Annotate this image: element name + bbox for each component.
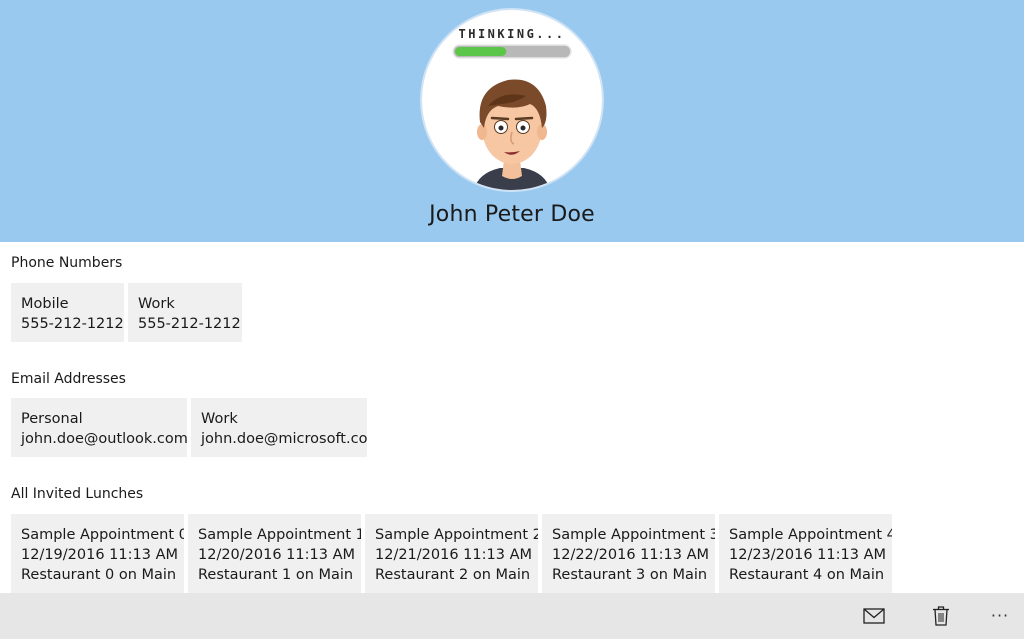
lunch-location: Restaurant 1 on Main xyxy=(198,567,354,583)
contact-header: THINKING... John Peter Doe xyxy=(0,0,1024,242)
more-icon: ··· xyxy=(990,606,1010,625)
delete-button[interactable] xyxy=(921,601,961,631)
contact-name: John Peter Doe xyxy=(429,202,595,227)
email-button[interactable] xyxy=(854,601,894,631)
lunch-location: Restaurant 2 on Main xyxy=(375,567,531,583)
email-card-personal[interactable]: Personal john.doe@outlook.com xyxy=(11,398,187,457)
lunch-title: Sample Appointment 0 xyxy=(21,527,184,543)
lunch-location: Restaurant 3 on Main xyxy=(552,567,708,583)
lunch-list: Sample Appointment 0 12/19/2016 11:13 AM… xyxy=(11,514,892,593)
lunch-location: Restaurant 0 on Main xyxy=(21,567,177,583)
lunch-title: Sample Appointment 3 xyxy=(552,527,715,543)
lunch-date: 12/22/2016 11:13 AM xyxy=(552,547,710,563)
lunch-date: 12/21/2016 11:13 AM xyxy=(375,547,533,563)
phone-card-work[interactable]: Work 555-212-1212 xyxy=(128,283,242,342)
lunches-section-title: All Invited Lunches xyxy=(11,486,144,502)
phone-value: 555-212-1212 xyxy=(138,316,241,332)
email-value: john.doe@outlook.com xyxy=(21,431,187,447)
email-list: Personal john.doe@outlook.com Work john.… xyxy=(11,398,367,457)
lunch-location: Restaurant 4 on Main xyxy=(729,567,885,583)
lunch-title: Sample Appointment 1 xyxy=(198,527,361,543)
phone-list: Mobile 555-212-1212 Work 555-212-1212 xyxy=(11,283,242,342)
phone-label: Work xyxy=(138,296,175,312)
lunch-card[interactable]: Sample Appointment 4 12/23/2016 11:13 AM… xyxy=(719,514,892,593)
avatar: THINKING... xyxy=(422,10,602,190)
lunch-date: 12/19/2016 11:13 AM xyxy=(21,547,179,563)
lunch-card[interactable]: Sample Appointment 2 12/21/2016 11:13 AM… xyxy=(365,514,538,593)
phone-card-mobile[interactable]: Mobile 555-212-1212 xyxy=(11,283,124,342)
email-value: john.doe@microsoft.com xyxy=(201,431,367,447)
phone-value: 555-212-1212 xyxy=(21,316,124,332)
lunch-title: Sample Appointment 2 xyxy=(375,527,538,543)
lunch-card[interactable]: Sample Appointment 1 12/20/2016 11:13 AM… xyxy=(188,514,361,593)
email-section-title: Email Addresses xyxy=(11,371,126,387)
thinking-progress-fill xyxy=(455,47,507,56)
lunch-date: 12/20/2016 11:13 AM xyxy=(198,547,356,563)
lunch-title: Sample Appointment 4 xyxy=(729,527,892,543)
trash-icon xyxy=(933,606,949,626)
mail-icon xyxy=(863,608,885,624)
phone-label: Mobile xyxy=(21,296,69,312)
more-button[interactable]: ··· xyxy=(980,601,1020,631)
email-label: Work xyxy=(201,411,238,427)
command-bar: ··· xyxy=(0,593,1024,639)
lunch-card[interactable]: Sample Appointment 0 12/19/2016 11:13 AM… xyxy=(11,514,184,593)
email-card-work[interactable]: Work john.doe@microsoft.com xyxy=(191,398,367,457)
lunch-card[interactable]: Sample Appointment 3 12/22/2016 11:13 AM… xyxy=(542,514,715,593)
email-label: Personal xyxy=(21,411,83,427)
lunch-date: 12/23/2016 11:13 AM xyxy=(729,547,887,563)
avatar-figure xyxy=(474,79,550,190)
avatar-caption: THINKING... xyxy=(459,27,566,41)
phone-section-title: Phone Numbers xyxy=(11,255,123,271)
